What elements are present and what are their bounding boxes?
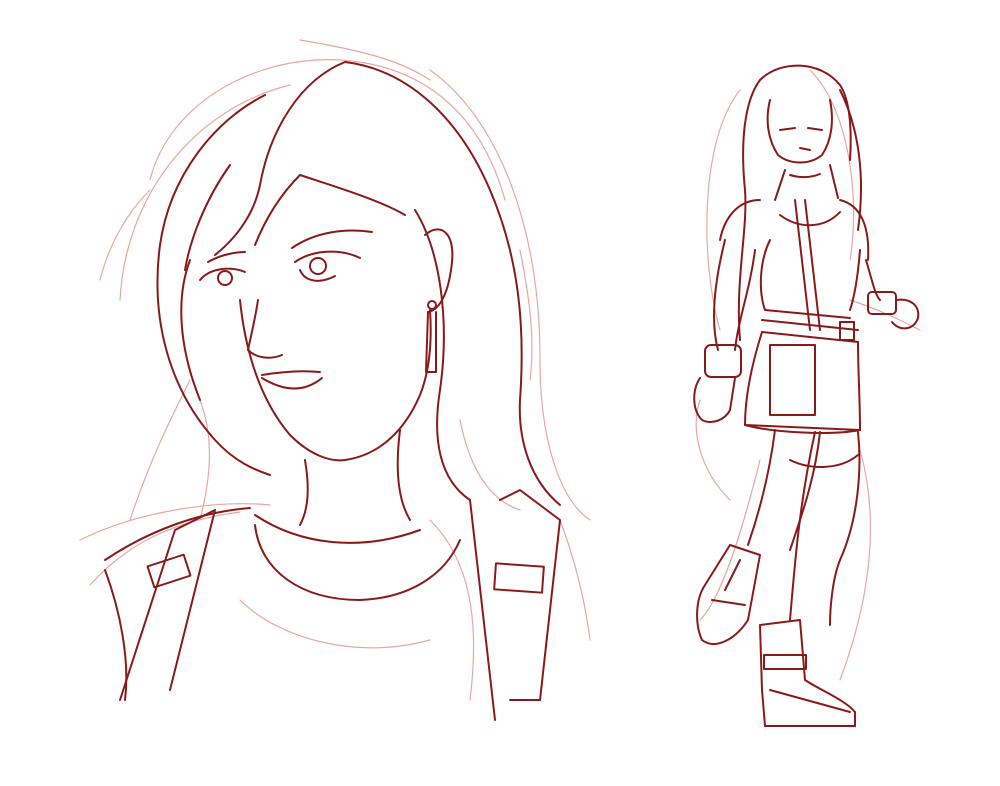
portrait-bust (79, 39, 591, 721)
portrait-face (199, 174, 454, 526)
sketch-canvas (0, 0, 1000, 786)
body-head (737, 64, 862, 341)
body-legs (747, 429, 861, 626)
body-arms (693, 239, 920, 423)
portrait-top-and-straps (104, 489, 561, 721)
sketch-artwork (79, 39, 921, 727)
body-boots (696, 544, 856, 727)
portrait-hair (156, 61, 561, 506)
portrait-construction-lines (79, 39, 591, 701)
body-skirt (744, 331, 861, 434)
full-body-figure (693, 64, 921, 727)
